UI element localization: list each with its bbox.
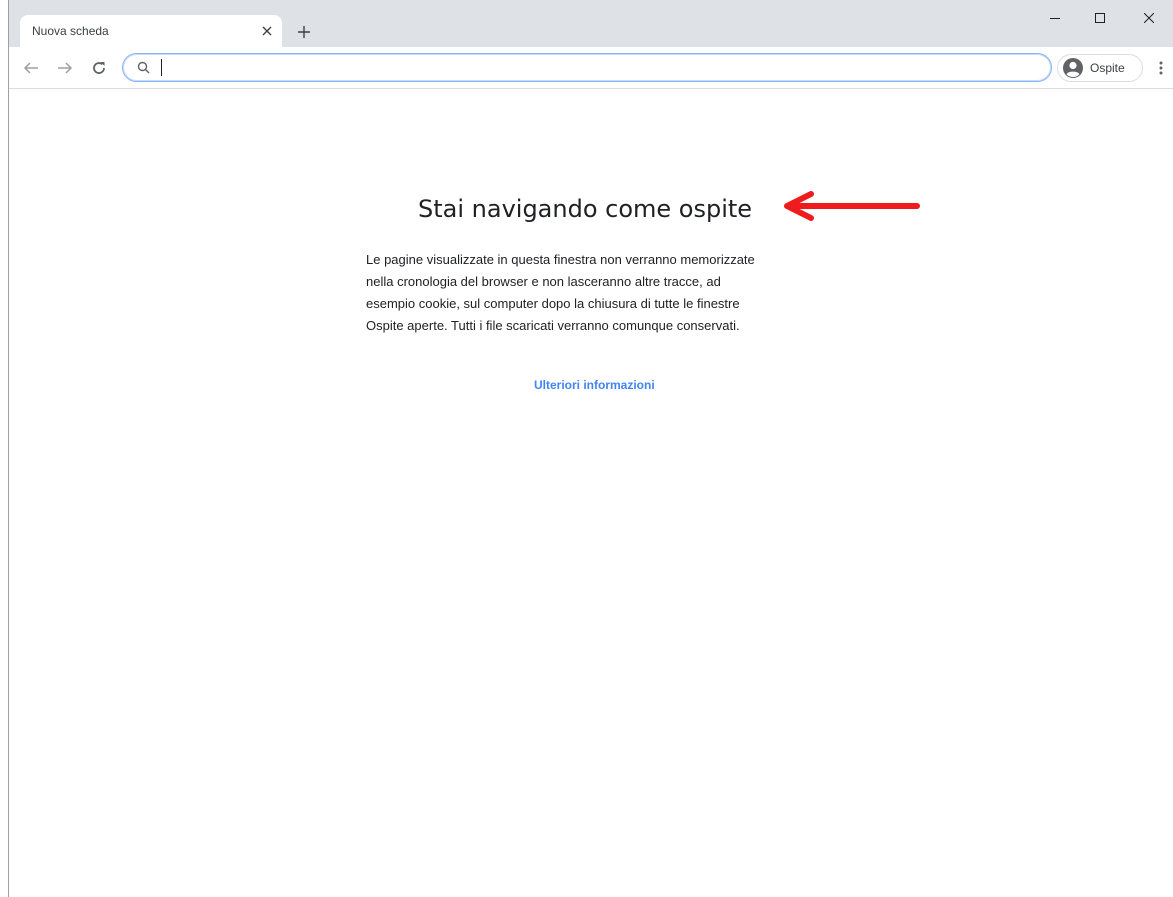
description-line: Ospite aperte. Tutti i file scaricati ve… [366,318,740,333]
forward-arrow-icon[interactable] [52,55,78,81]
new-tab-plus-icon[interactable] [293,21,315,43]
tab-new-tab[interactable]: Nuova scheda [20,15,282,47]
guest-mode-page: Stai navigando come ospite Le pagine vis… [9,89,1173,897]
description-line: Le pagine visualizzate in questa finestr… [366,252,755,267]
guest-description: Le pagine visualizzate in questa finestr… [366,249,816,337]
learn-more-link[interactable]: Ulteriori informazioni [534,378,655,392]
profile-button[interactable]: Ospite [1057,54,1143,82]
window-close-icon[interactable] [1127,0,1171,36]
text-caret [161,59,162,76]
search-icon [137,61,150,74]
profile-label: Ospite [1090,61,1125,75]
tab-strip: Nuova scheda [9,0,1173,47]
browser-window: Nuova scheda Ospite Stai navigando come … [0,0,1173,897]
browser-toolbar: Ospite [9,47,1173,89]
window-maximize-icon[interactable] [1078,0,1122,36]
tab-close-icon[interactable] [258,22,276,40]
address-input[interactable] [161,58,1031,77]
reload-icon[interactable] [86,55,112,81]
guest-avatar-icon [1063,58,1083,78]
back-arrow-icon[interactable] [18,55,44,81]
tab-title: Nuova scheda [32,24,109,38]
annotation-arrow-icon [784,191,920,221]
kebab-menu-icon[interactable] [1151,55,1171,81]
page-title: Stai navigando come ospite [418,195,753,223]
window-minimize-icon[interactable] [1033,0,1077,36]
description-line: esempio cookie, sul computer dopo la chi… [366,296,740,311]
omnibox[interactable] [122,53,1052,82]
description-line: nella cronologia del browser e non lasce… [366,274,721,289]
